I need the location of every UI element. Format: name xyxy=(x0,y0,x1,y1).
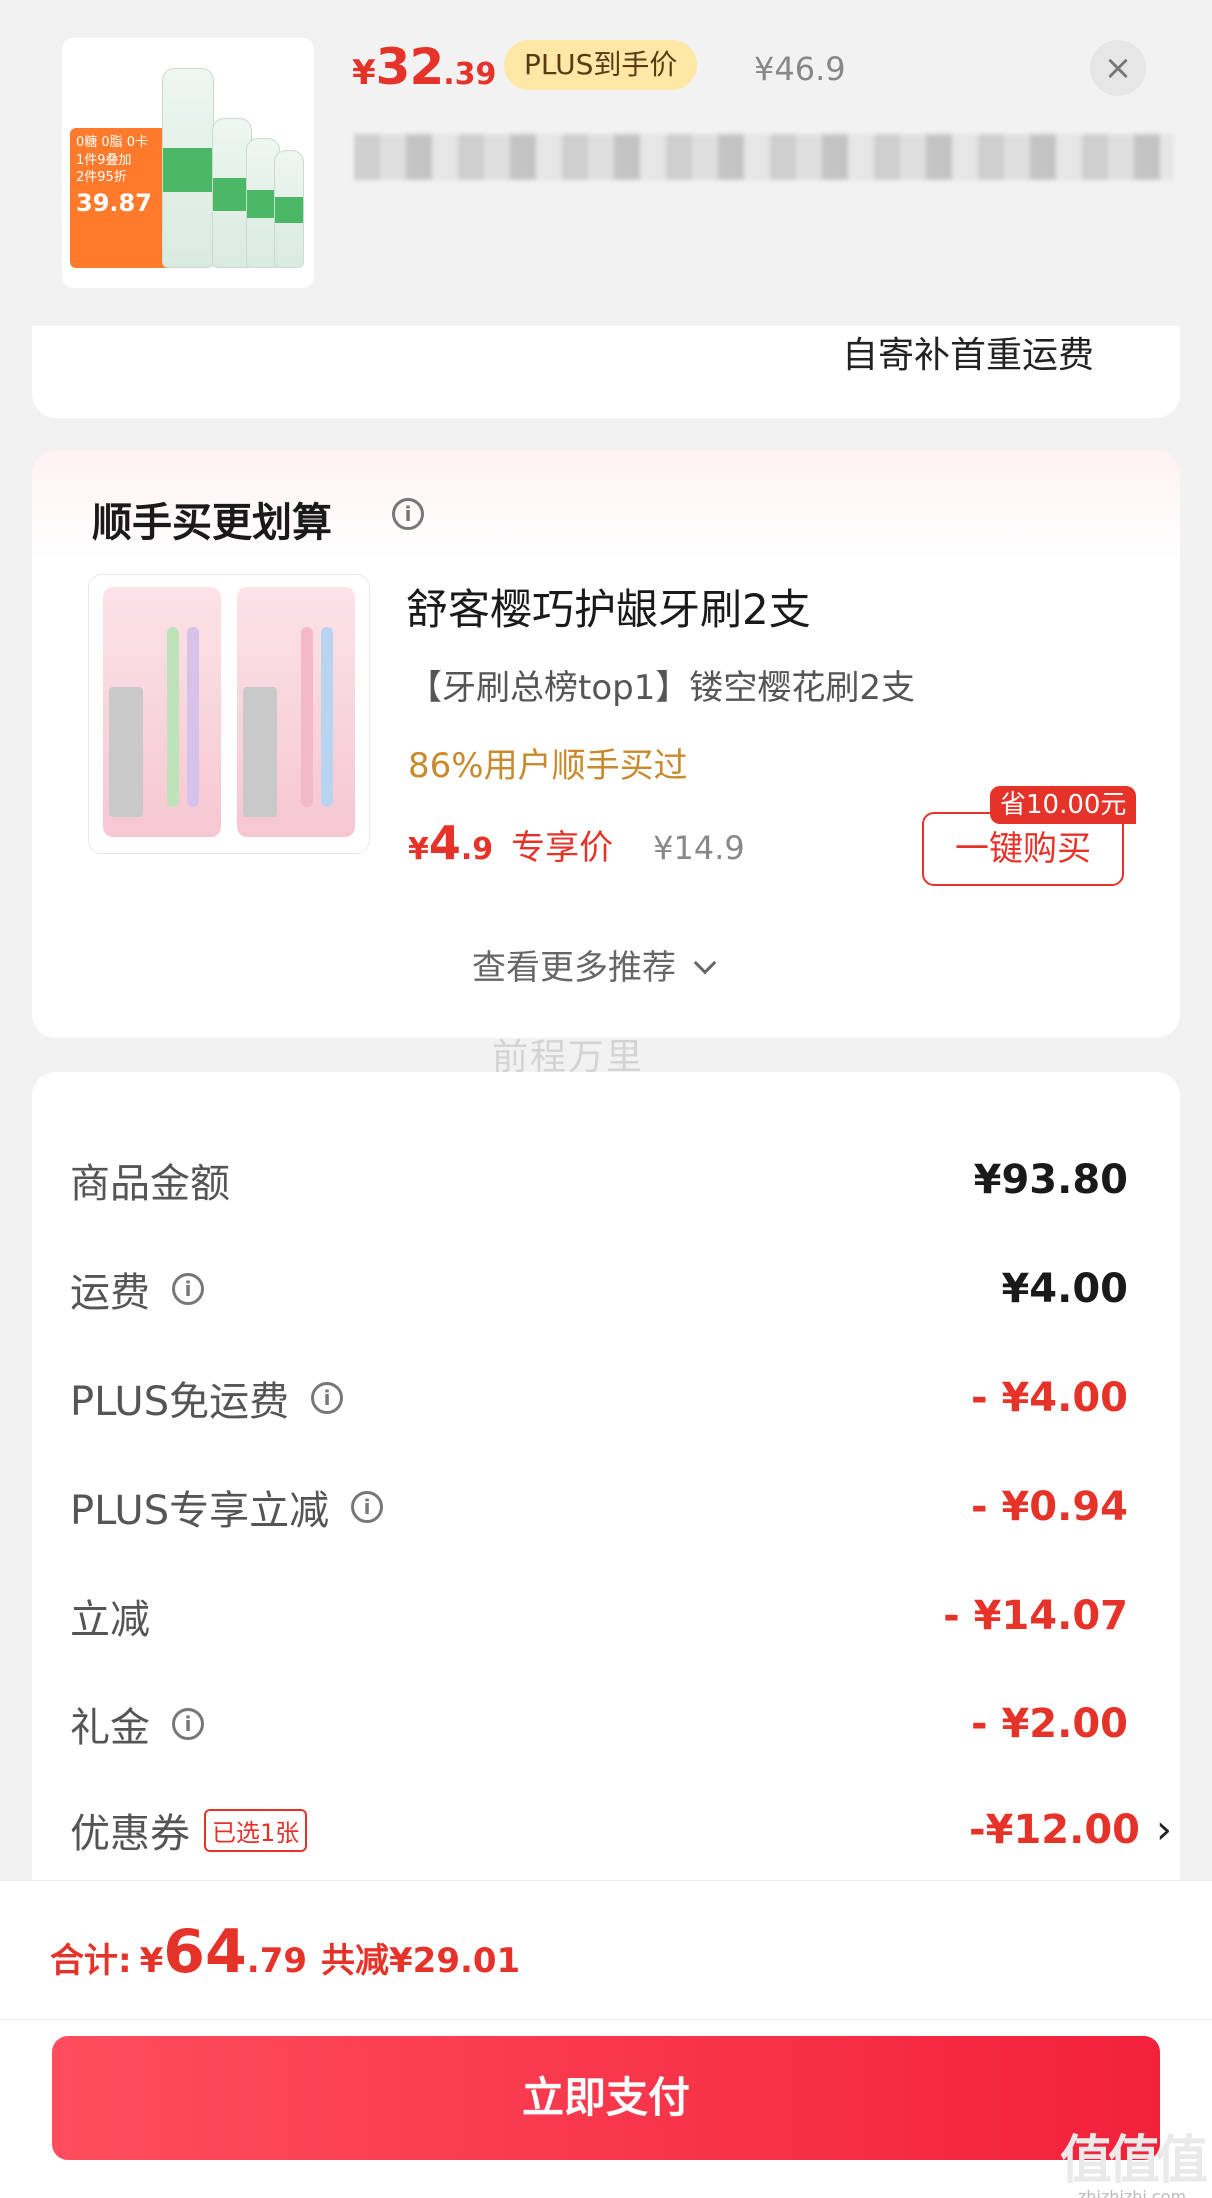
save-amount-badge: 省10.00元 xyxy=(990,786,1137,824)
total-saved: 共减¥29.01 xyxy=(321,1941,521,1981)
price-integer: 32 xyxy=(375,38,445,96)
order-summary-card: 商品金额 ¥93.80 运费 i ¥4.00 PLUS免运费 i - ¥4.00 P… xyxy=(32,1072,1180,1892)
chevron-down-icon xyxy=(693,951,717,975)
summary-value: - ¥0.94 xyxy=(970,1484,1128,1530)
divider xyxy=(0,2019,1212,2020)
toothbrush-pack-image xyxy=(237,587,355,837)
close-icon[interactable]: × xyxy=(1090,40,1146,96)
summary-row-plus-discount: PLUS专享立减 i - ¥0.94 xyxy=(70,1477,1128,1537)
summary-value: - ¥4.00 xyxy=(970,1375,1128,1421)
recommend-title: 顺手买更划算 xyxy=(92,500,332,546)
water-bottle-image xyxy=(274,150,304,268)
summary-row-instant-discount: 立减 - ¥14.07 xyxy=(70,1586,1128,1646)
toothbrush-product-image[interactable] xyxy=(88,574,370,854)
rec-price-currency: ¥ xyxy=(408,832,429,867)
summary-row-shipping: 运费 i ¥4.00 xyxy=(70,1259,1128,1319)
info-icon[interactable]: i xyxy=(172,1708,204,1740)
summary-label: PLUS免运费 xyxy=(70,1379,290,1425)
price-currency: ¥ xyxy=(352,53,376,93)
summary-label: 运费 xyxy=(70,1270,150,1316)
summary-value: -¥12.00 xyxy=(969,1807,1140,1853)
summary-value: - ¥2.00 xyxy=(970,1701,1128,1747)
site-logo-text: 值值值 xyxy=(1060,2131,1208,2191)
more-recommend-link[interactable]: 查看更多推荐 xyxy=(472,940,717,989)
summary-row-coupon[interactable]: 优惠券 已选1张 -¥12.00 › xyxy=(70,1800,1172,1860)
header-price: ¥ 32 .39 xyxy=(352,38,496,98)
summary-value: ¥93.80 xyxy=(973,1157,1128,1203)
product-thumbnail[interactable]: 0糖 0脂 0卡 1件9叠加 2件95折 39.87 xyxy=(62,38,314,288)
recommend-card: 顺手买更划算 i 舒客樱巧护龈牙刷2支 【牙刷总榜top1】镂空樱花刷2支 86… xyxy=(32,450,1180,1038)
summary-label: 礼金 xyxy=(70,1705,150,1751)
rec-original-price: ¥14.9 xyxy=(653,829,745,867)
total-integer: 64 xyxy=(163,1917,247,1987)
exclusive-price-label: 专享价 xyxy=(511,828,614,868)
order-total: 合计: ¥ 64 .79 共减¥29.01 xyxy=(50,1917,520,1987)
summary-label: 立减 xyxy=(70,1597,150,1643)
recommend-product-subtitle: 【牙刷总榜top1】镂空樱花刷2支 xyxy=(408,668,915,708)
site-url: zhizhizhi.com xyxy=(1077,2187,1187,2198)
summary-label: 商品金额 xyxy=(70,1161,230,1207)
pay-now-button[interactable]: 立即支付 xyxy=(52,2036,1160,2160)
site-logo: 值值值 zhizhizhi.com xyxy=(1060,2118,1208,2198)
info-icon[interactable]: i xyxy=(392,498,424,530)
summary-row-plus-free-shipping: PLUS免运费 i - ¥4.00 xyxy=(70,1368,1128,1428)
chevron-right-icon: › xyxy=(1156,1807,1172,1853)
price-decimal: .39 xyxy=(443,57,497,92)
more-recommend-label: 查看更多推荐 xyxy=(472,948,676,988)
toothbrush-pack-image xyxy=(103,587,221,837)
product-header: 0糖 0脂 0卡 1件9叠加 2件95折 39.87 ¥ 32 .39 PLUS… xyxy=(0,0,1212,326)
rec-price-integer: 4 xyxy=(428,816,461,870)
original-price: ¥46.9 xyxy=(754,50,846,88)
total-currency: ¥ xyxy=(139,1941,164,1981)
recommend-product-name[interactable]: 舒客樱巧护龈牙刷2支 xyxy=(406,576,811,637)
blurred-product-title xyxy=(354,134,1174,180)
water-bottle-image xyxy=(162,68,214,268)
summary-row-goods-amount: 商品金额 ¥93.80 xyxy=(70,1150,1128,1210)
total-decimal: .79 xyxy=(246,1941,308,1981)
total-label: 合计: xyxy=(50,1941,132,1981)
info-icon[interactable]: i xyxy=(172,1273,204,1305)
summary-value: ¥4.00 xyxy=(1001,1266,1128,1312)
summary-label: 优惠券 xyxy=(70,1811,190,1857)
info-icon[interactable]: i xyxy=(311,1382,344,1414)
rec-price-decimal: .9 xyxy=(460,832,494,867)
recommend-buyers-stat: 86%用户顺手买过 xyxy=(408,746,688,786)
plus-price-tag: PLUS到手价 xyxy=(504,40,698,90)
shipping-note: 自寄补首重运费 xyxy=(841,335,1094,376)
coupon-selected-badge: 已选1张 xyxy=(204,1808,308,1852)
summary-label: PLUS专享立减 xyxy=(70,1488,330,1534)
recommend-price: ¥ 4 .9 专享价 ¥14.9 xyxy=(408,816,745,870)
info-icon[interactable]: i xyxy=(351,1491,384,1523)
checkout-bar: 合计: ¥ 64 .79 共减¥29.01 立即支付 值值值 zhizhizhi… xyxy=(0,1880,1212,2198)
shipping-card: 自寄补首重运费 xyxy=(32,326,1180,418)
summary-value: - ¥14.07 xyxy=(943,1593,1128,1639)
summary-row-gift-money: 礼金 i - ¥2.00 xyxy=(70,1694,1128,1754)
